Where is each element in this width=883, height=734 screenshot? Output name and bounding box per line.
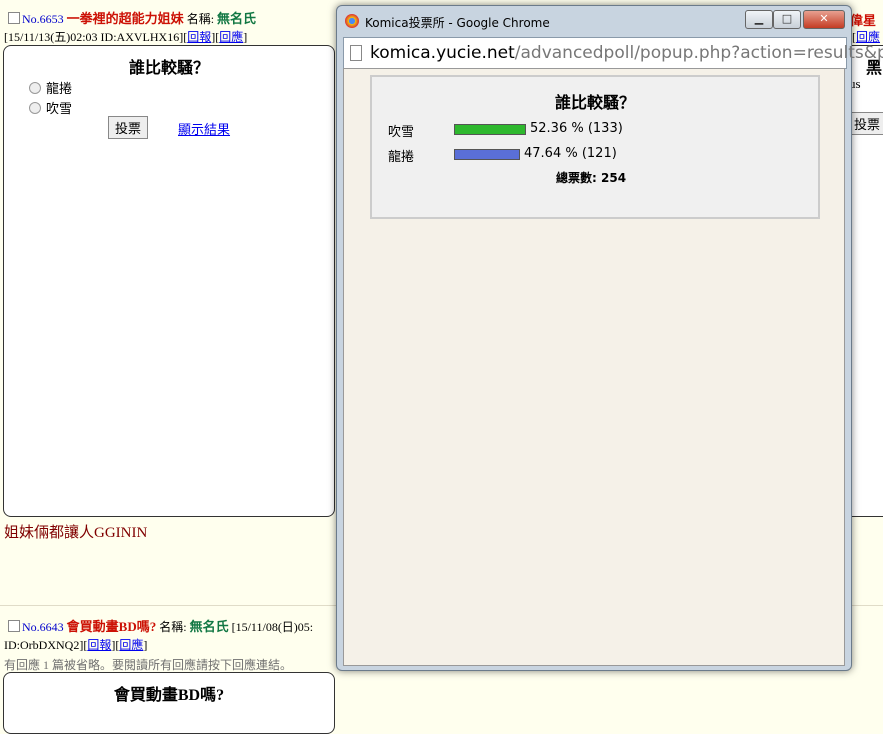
result-row: 龍捲 47.64 % (121) (388, 146, 808, 165)
radio-button[interactable] (29, 102, 41, 114)
post-6653-header: No.6653 一拳裡的超能力姐妹 名稱: 無名氏 (8, 8, 338, 27)
total-votes: 總票數: 254 (556, 169, 626, 186)
reply-link[interactable]: 回應 (219, 30, 243, 44)
poll-box-2: 會買動畫BD嗎? (3, 672, 335, 734)
post-select-checkbox[interactable] (8, 12, 20, 24)
result-label: 吹雪 (388, 125, 415, 140)
post-6653-meta: [15/11/13(五)02:03 ID:AXVLHX16][回報][回應] (4, 30, 248, 44)
post-6643-meta: ID:OrbDXNQ2][回報][回應] (4, 638, 148, 652)
minimize-button[interactable]: ▁ (745, 10, 773, 29)
url-path: /advancedpoll/popup.php?action=results&p… (514, 43, 883, 63)
reply-link[interactable]: 回應 (119, 638, 143, 652)
poll-option-label: 吹雪 (46, 101, 73, 116)
result-bar (454, 149, 520, 160)
post-6643-header: No.6643 會買動畫BD嗎? 名稱: 無名氏 [15/11/08(日)05: (8, 616, 338, 635)
poll-option-label: 龍捲 (46, 81, 73, 96)
right-post-header-fragment: 偉星 (850, 10, 876, 29)
results-title: 誰比較騷？ (554, 95, 635, 112)
poster-name: 無名氏 (217, 11, 257, 26)
total-label: 總票數: (556, 171, 597, 185)
post-title: 一拳裡的超能力姐妹 (66, 11, 184, 26)
maximize-button[interactable]: □ (773, 10, 801, 29)
poll-option-2[interactable]: 吹雪 (29, 98, 72, 117)
name-label: 名稱: (159, 620, 187, 634)
total-value: 254 (601, 171, 627, 185)
result-row: 吹雪 52.36 % (133) (388, 121, 808, 140)
window-title: Komica投票所 - Google Chrome (365, 16, 550, 30)
right-reply-link[interactable]: 回應 (856, 30, 880, 44)
poll-box: 誰比較騷？ 龍捲 吹雪 投票 顯示結果 (3, 45, 335, 517)
post-datetime: [15/11/08(日)05: (231, 620, 314, 634)
url-host: komica.yucie.net (370, 43, 515, 63)
address-bar[interactable]: komica.yucie.net/advancedpoll/popup.php?… (343, 37, 883, 69)
result-bar (454, 124, 526, 135)
post-number[interactable]: No.6653 (22, 12, 64, 26)
poll-option-1[interactable]: 龍捲 (29, 78, 72, 97)
poll-title: 會買動畫BD嗎? (113, 687, 225, 704)
post-datetime-id: [15/11/13(五)02:03 ID:AXVLHX16] (4, 30, 184, 44)
page-icon (350, 45, 362, 61)
post-comment: 姐妹倆都讓人GGININ (4, 525, 148, 541)
post-id: ID:OrbDXNQ2] (4, 638, 84, 652)
post-number[interactable]: No.6643 (22, 620, 64, 634)
vote-button[interactable]: 投票 (108, 116, 149, 139)
omitted-notice: 有回應 1 篇被省略。要閱讀所有回應請按下回應連結。 (4, 658, 293, 672)
right-vote-button[interactable]: 投票 (847, 112, 883, 135)
report-link[interactable]: 回報 (87, 638, 111, 652)
result-label: 龍捲 (388, 150, 415, 165)
chrome-icon (345, 14, 359, 28)
title-bar[interactable]: Komica投票所 - Google Chrome ▁ □ ✕ (337, 6, 851, 36)
poll-results-panel: 誰比較騷？ 吹雪 52.36 % (133) 龍捲 47.64 % (121) 總票數… (370, 75, 820, 219)
name-label: 名稱: (186, 12, 215, 26)
popup-window: Komica投票所 - Google Chrome ▁ □ ✕ komica.y… (336, 5, 883, 671)
right-post-title-fragment: 偉星 (850, 13, 877, 28)
poll-title: 誰比較騷？ (128, 60, 209, 77)
result-percent: 52.36 % (133) (530, 121, 623, 136)
show-results-link[interactable]: 顯示結果 (178, 119, 230, 138)
report-link[interactable]: 回報 (187, 30, 211, 44)
poster-name: 無名氏 (189, 619, 229, 634)
post-select-checkbox[interactable] (8, 620, 20, 632)
radio-button[interactable] (29, 82, 41, 94)
close-button[interactable]: ✕ (803, 10, 845, 29)
post-title: 會買動畫BD嗎? (66, 619, 157, 634)
result-percent: 47.64 % (121) (524, 146, 617, 161)
popup-content: 誰比較騷？ 吹雪 52.36 % (133) 龍捲 47.64 % (121) 總票數… (343, 68, 845, 666)
